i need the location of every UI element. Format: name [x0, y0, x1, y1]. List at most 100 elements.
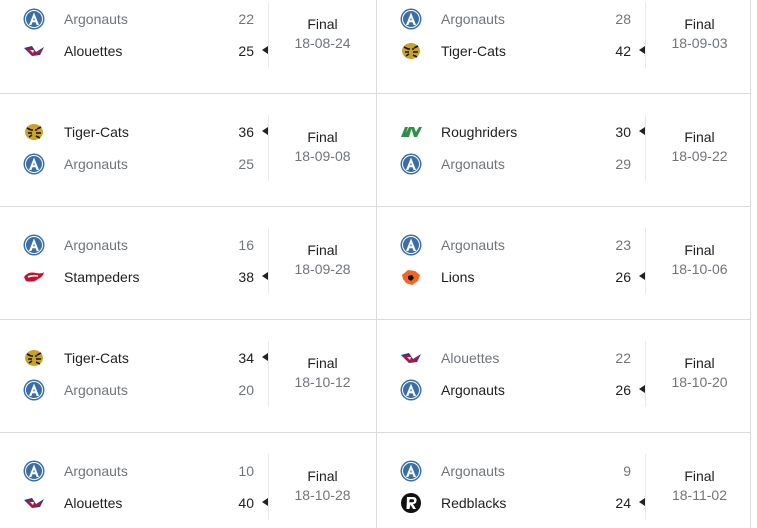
team-score: 28 — [615, 11, 631, 27]
team-name: Argonauts — [441, 382, 505, 398]
schedule-grid: Argonauts 22 Alouettes 25 Final 18-08-24 Arg… — [0, 0, 757, 528]
team-row: Roughriders 30 — [377, 121, 647, 143]
team-score: 22 — [238, 11, 254, 27]
team-name: Lions — [441, 269, 475, 285]
game-status: Final 18-09-22 — [645, 115, 753, 181]
alouettes-logo-icon — [399, 347, 423, 369]
team-score: 25 — [238, 156, 254, 172]
team-name: Stampeders — [64, 269, 140, 285]
team-score: 23 — [615, 237, 631, 253]
argonauts-logo-icon — [22, 8, 46, 30]
game-date: 18-10-20 — [671, 374, 728, 390]
argonauts-logo-icon — [22, 234, 46, 256]
team-name: Roughriders — [441, 124, 518, 140]
game-date: 18-10-28 — [294, 487, 351, 503]
tigercats-logo-icon — [22, 347, 46, 369]
game-status: Final 18-10-28 — [268, 454, 376, 520]
team-name: Argonauts — [64, 237, 128, 253]
alouettes-logo-icon — [22, 492, 46, 514]
team-score: 34 — [238, 350, 254, 366]
game-date: 18-08-24 — [294, 35, 351, 51]
game-date: 18-11-02 — [671, 487, 727, 503]
game-status: Final 18-08-24 — [268, 2, 376, 68]
team-row: Argonauts 16 — [0, 234, 270, 256]
status-label: Final — [684, 16, 715, 32]
game-card[interactable]: Tiger-Cats 34 Argonauts 20 Final 18-10-12 — [0, 320, 376, 433]
argonauts-logo-icon — [399, 460, 423, 482]
team-row: Argonauts 20 — [0, 379, 270, 401]
game-date: 18-10-06 — [671, 261, 728, 277]
game-card[interactable]: Roughriders 30 Argonauts 29 Final 18-09-22 — [376, 94, 752, 207]
team-row: Lions 26 — [377, 266, 647, 288]
game-card[interactable]: Argonauts 22 Alouettes 25 Final 18-08-24 — [0, 0, 376, 94]
team-score: 38 — [238, 269, 254, 285]
status-label: Final — [307, 129, 338, 145]
team-score: 16 — [238, 237, 254, 253]
team-score: 36 — [238, 124, 254, 140]
game-date: 18-09-08 — [294, 148, 351, 164]
team-name: Argonauts — [441, 11, 505, 27]
game-date: 18-10-12 — [294, 374, 351, 390]
status-label: Final — [684, 468, 715, 484]
argonauts-logo-icon — [399, 153, 423, 175]
game-card[interactable]: Argonauts 9 Redblacks 24 Final 18-11-02 — [376, 433, 752, 528]
tigercats-logo-icon — [399, 40, 423, 62]
game-card[interactable]: Argonauts 28 Tiger-Cats 42 Final 18-09-03 — [376, 0, 752, 94]
game-date: 18-09-28 — [294, 261, 351, 277]
game-card[interactable]: Argonauts 23 Lions 26 Final 18-10-06 — [376, 207, 752, 320]
team-row: Argonauts 9 — [377, 460, 647, 482]
status-label: Final — [684, 242, 715, 258]
team-row: Alouettes 40 — [0, 492, 270, 514]
argonauts-logo-icon — [399, 8, 423, 30]
game-card[interactable]: Argonauts 10 Alouettes 40 Final 18-10-28 — [0, 433, 376, 528]
team-name: Argonauts — [64, 463, 128, 479]
status-label: Final — [684, 129, 715, 145]
team-row: Alouettes 25 — [0, 40, 270, 62]
game-date: 18-09-03 — [671, 35, 728, 51]
team-row: Argonauts 10 — [0, 460, 270, 482]
alouettes-logo-icon — [22, 40, 46, 62]
roughriders-logo-icon — [399, 121, 423, 143]
stampeders-logo-icon — [22, 266, 46, 288]
team-row: Argonauts 29 — [377, 153, 647, 175]
team-name: Argonauts — [64, 382, 128, 398]
team-row: Redblacks 24 — [377, 492, 647, 514]
team-name: Alouettes — [64, 495, 123, 511]
game-card[interactable]: Argonauts 16 Stampeders 38 Final 18-09-28 — [0, 207, 376, 320]
status-label: Final — [307, 355, 338, 371]
team-row: Argonauts 25 — [0, 153, 270, 175]
team-row: Tiger-Cats 42 — [377, 40, 647, 62]
argonauts-logo-icon — [22, 460, 46, 482]
argonauts-logo-icon — [399, 234, 423, 256]
team-score: 26 — [615, 269, 631, 285]
team-name: Argonauts — [441, 237, 505, 253]
team-name: Alouettes — [64, 43, 123, 59]
team-row: Argonauts 23 — [377, 234, 647, 256]
team-row: Argonauts 22 — [0, 8, 270, 30]
game-card[interactable]: Tiger-Cats 36 Argonauts 25 Final 18-09-08 — [0, 94, 376, 207]
team-name: Alouettes — [441, 350, 500, 366]
team-name: Tiger-Cats — [441, 43, 506, 59]
team-score: 9 — [623, 463, 631, 479]
team-score: 30 — [615, 124, 631, 140]
team-score: 26 — [615, 382, 631, 398]
team-score: 22 — [615, 350, 631, 366]
argonauts-logo-icon — [22, 153, 46, 175]
game-status: Final 18-09-03 — [645, 2, 753, 68]
team-score: 24 — [615, 495, 631, 511]
team-name: Argonauts — [64, 156, 128, 172]
game-date: 18-09-22 — [671, 148, 728, 164]
team-row: Alouettes 22 — [377, 347, 647, 369]
team-name: Argonauts — [441, 156, 505, 172]
game-card[interactable]: Alouettes 22 Argonauts 26 Final 18-10-20 — [376, 320, 752, 433]
team-row: Argonauts 28 — [377, 8, 647, 30]
team-row: Argonauts 26 — [377, 379, 647, 401]
game-status: Final 18-09-08 — [268, 115, 376, 181]
team-score: 10 — [238, 463, 254, 479]
argonauts-logo-icon — [22, 379, 46, 401]
game-status: Final 18-10-20 — [645, 341, 753, 407]
redblacks-logo-icon — [399, 492, 423, 514]
lions-logo-icon — [399, 266, 423, 288]
team-name: Tiger-Cats — [64, 350, 129, 366]
team-row: Tiger-Cats 36 — [0, 121, 270, 143]
